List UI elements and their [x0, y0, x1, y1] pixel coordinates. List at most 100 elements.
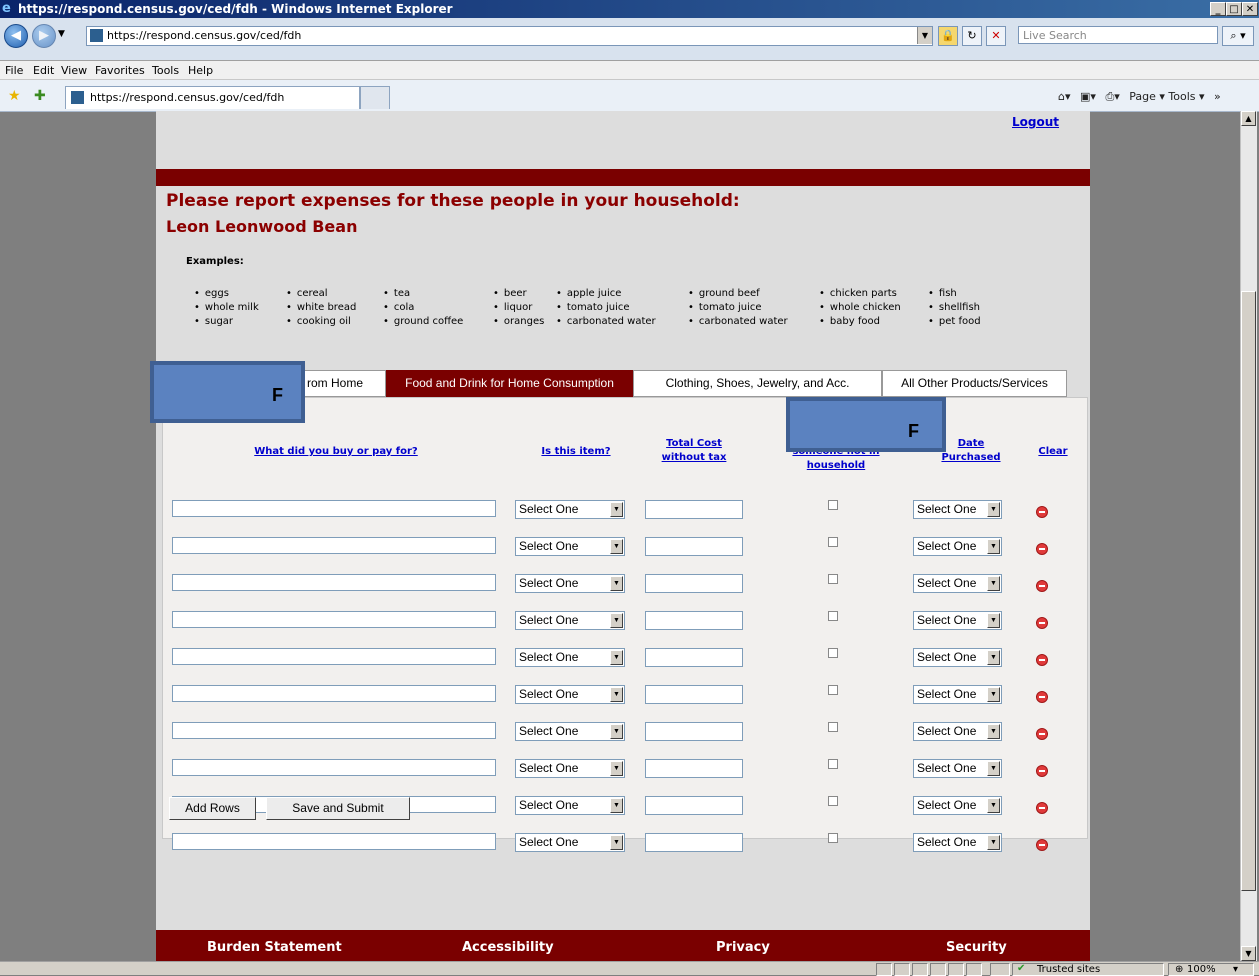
someone-not-in-household-checkbox[interactable] — [828, 648, 838, 658]
date-purchased-select[interactable]: Select One ▼ — [913, 500, 1002, 519]
home-icon[interactable]: ⌂▾ — [1058, 90, 1071, 103]
date-purchased-select[interactable]: Select One ▼ — [913, 611, 1002, 630]
col-header-is-item[interactable]: Is this item? — [526, 445, 626, 459]
clear-row-icon[interactable] — [1036, 580, 1048, 592]
forward-button[interactable]: ▶ — [32, 24, 56, 48]
save-submit-button[interactable]: Save and Submit — [266, 797, 410, 820]
maximize-button[interactable]: □ — [1226, 2, 1242, 16]
clear-row-icon[interactable] — [1036, 691, 1048, 703]
history-dropdown-icon[interactable]: ▼ — [58, 29, 65, 39]
clear-row-icon[interactable] — [1036, 839, 1048, 851]
command-bar[interactable]: ⌂▾ ▣▾ ⎙▾ Page ▾ Tools ▾ » — [1058, 90, 1221, 104]
menu-help[interactable]: Help — [188, 64, 213, 77]
date-purchased-select[interactable]: Select One ▼ — [913, 722, 1002, 741]
footer-privacy-link[interactable]: Privacy — [716, 940, 770, 955]
item-description-input[interactable] — [172, 759, 496, 776]
date-purchased-select[interactable]: Select One ▼ — [913, 759, 1002, 778]
total-cost-input[interactable] — [645, 759, 743, 778]
item-description-input[interactable] — [172, 574, 496, 591]
scroll-up-icon[interactable]: ▲ — [1241, 111, 1256, 126]
item-type-select[interactable]: Select One ▼ — [515, 574, 625, 593]
tab-food-home-consumption[interactable]: Food and Drink for Home Consumption — [386, 370, 633, 397]
back-button[interactable]: ◀ — [4, 24, 28, 48]
item-type-select[interactable]: Select One ▼ — [515, 722, 625, 741]
menu-favorites[interactable]: Favorites — [95, 64, 145, 77]
total-cost-input[interactable] — [645, 722, 743, 741]
new-tab-button[interactable] — [360, 86, 390, 109]
col-header-what[interactable]: What did you buy or pay for? — [236, 445, 436, 459]
total-cost-input[interactable] — [645, 537, 743, 556]
col-header-cost[interactable]: Total Cost without tax — [654, 437, 734, 465]
someone-not-in-household-checkbox[interactable] — [828, 537, 838, 547]
stop-icon[interactable]: ✕ — [986, 26, 1006, 46]
total-cost-input[interactable] — [645, 611, 743, 630]
someone-not-in-household-checkbox[interactable] — [828, 833, 838, 843]
security-zone[interactable]: ✔ Trusted sites — [1012, 963, 1164, 976]
search-icon[interactable]: ⌕ ▾ — [1222, 26, 1254, 46]
add-rows-button[interactable]: Add Rows — [169, 797, 256, 820]
chevron-icon[interactable]: » — [1214, 90, 1221, 103]
item-type-select[interactable]: Select One ▼ — [515, 685, 625, 704]
browser-tab[interactable]: https://respond.census.gov/ced/fdh — [65, 86, 360, 109]
clear-row-icon[interactable] — [1036, 802, 1048, 814]
vertical-scrollbar[interactable]: ▲ ▼ — [1240, 111, 1257, 961]
someone-not-in-household-checkbox[interactable] — [828, 685, 838, 695]
footer-burden-link[interactable]: Burden Statement — [207, 940, 342, 955]
date-purchased-select[interactable]: Select One ▼ — [913, 648, 1002, 667]
someone-not-in-household-checkbox[interactable] — [828, 500, 838, 510]
print-icon[interactable]: ⎙▾ — [1105, 90, 1119, 103]
item-description-input[interactable] — [172, 685, 496, 702]
col-header-clear[interactable]: Clear — [1036, 445, 1070, 459]
footer-accessibility-link[interactable]: Accessibility — [462, 940, 554, 955]
date-purchased-select[interactable]: Select One ▼ — [913, 537, 1002, 556]
zoom-control[interactable]: ⊕ 100% ▾ — [1168, 963, 1254, 976]
someone-not-in-household-checkbox[interactable] — [828, 759, 838, 769]
search-input[interactable]: Live Search — [1018, 26, 1218, 44]
clear-row-icon[interactable] — [1036, 728, 1048, 740]
menu-file[interactable]: File — [5, 64, 23, 77]
date-purchased-select[interactable]: Select One ▼ — [913, 685, 1002, 704]
menu-edit[interactable]: Edit — [33, 64, 54, 77]
total-cost-input[interactable] — [645, 833, 743, 852]
address-dropdown-icon[interactable]: ▼ — [917, 27, 932, 44]
feeds-icon[interactable]: ▣▾ — [1080, 90, 1096, 103]
item-type-select[interactable]: Select One ▼ — [515, 648, 625, 667]
menu-tools[interactable]: Tools — [152, 64, 179, 77]
total-cost-input[interactable] — [645, 574, 743, 593]
date-purchased-select[interactable]: Select One ▼ — [913, 796, 1002, 815]
minimize-button[interactable]: _ — [1210, 2, 1226, 16]
menu-view[interactable]: View — [61, 64, 87, 77]
item-description-input[interactable] — [172, 500, 496, 517]
total-cost-input[interactable] — [645, 648, 743, 667]
logout-link[interactable]: Logout — [1012, 115, 1059, 129]
item-type-select[interactable]: Select One ▼ — [515, 500, 625, 519]
clear-row-icon[interactable] — [1036, 506, 1048, 518]
clear-row-icon[interactable] — [1036, 617, 1048, 629]
item-description-input[interactable] — [172, 722, 496, 739]
clear-row-icon[interactable] — [1036, 765, 1048, 777]
total-cost-input[interactable] — [645, 796, 743, 815]
lock-icon[interactable]: 🔒 — [938, 26, 958, 46]
tab-clothing[interactable]: Clothing, Shoes, Jewelry, and Acc. — [633, 370, 882, 397]
date-purchased-select[interactable]: Select One ▼ — [913, 833, 1002, 852]
someone-not-in-household-checkbox[interactable] — [828, 611, 838, 621]
refresh-icon[interactable]: ↻ — [962, 26, 982, 46]
item-description-input[interactable] — [172, 648, 496, 665]
clear-row-icon[interactable] — [1036, 543, 1048, 555]
favorites-star-icon[interactable]: ★ — [8, 88, 21, 104]
tab-other-products[interactable]: All Other Products/Services — [882, 370, 1067, 397]
add-favorite-icon[interactable]: ✚ — [34, 88, 46, 104]
item-description-input[interactable] — [172, 537, 496, 554]
item-type-select[interactable]: Select One ▼ — [515, 833, 625, 852]
total-cost-input[interactable] — [645, 500, 743, 519]
item-type-select[interactable]: Select One ▼ — [515, 611, 625, 630]
item-type-select[interactable]: Select One ▼ — [515, 759, 625, 778]
page-tools-label[interactable]: Page ▾ Tools ▾ — [1129, 90, 1204, 103]
total-cost-input[interactable] — [645, 685, 743, 704]
item-description-input[interactable] — [172, 611, 496, 628]
item-type-select[interactable]: Select One ▼ — [515, 537, 625, 556]
scroll-thumb[interactable] — [1241, 291, 1256, 891]
item-description-input[interactable] — [172, 833, 496, 850]
someone-not-in-household-checkbox[interactable] — [828, 574, 838, 584]
close-window-button[interactable]: ✕ — [1242, 2, 1258, 16]
